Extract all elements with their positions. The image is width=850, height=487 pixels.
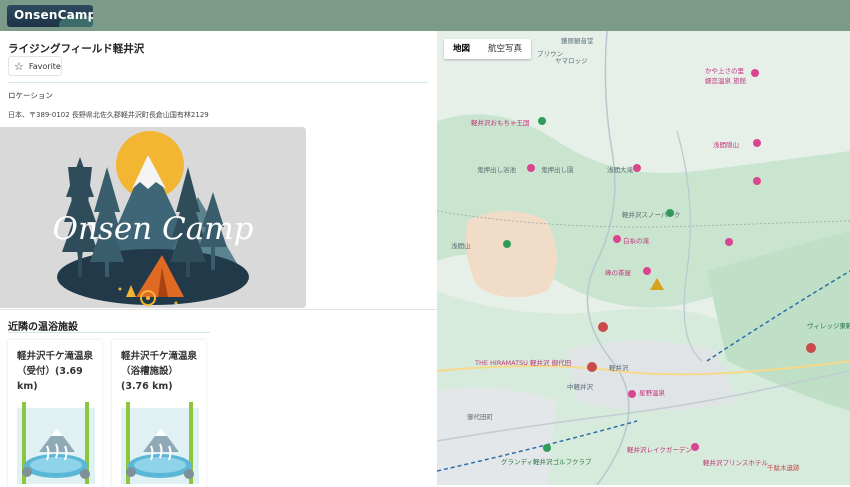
map-label: ヴィレッジ東軽井沢ゴルフクラブ	[807, 322, 850, 330]
map-label: 中軽井沢	[567, 383, 593, 391]
map-label: ブリウン	[537, 50, 563, 58]
favorite-label: Favorite	[28, 61, 61, 71]
map-view[interactable]: 地図 航空写真 ヤマロッジ 鎌原観音堂 ブリウン かや上さの里 嬬恋温泉 旅館 …	[437, 31, 850, 485]
map-label: 鬼押出し園	[541, 166, 574, 174]
map-label: グランディ軽井沢ゴルフクラブ	[501, 458, 592, 466]
map-canvas[interactable]	[437, 31, 850, 485]
map-label: 軽井沢プリンスホテル	[703, 459, 768, 467]
map-label: 浅間大滝	[607, 166, 633, 174]
place-detail-panel: ライジングフィールド軽井沢 ☆ Favorite ロケーション 日本、〒389-…	[0, 31, 437, 487]
favorite-button[interactable]: ☆ Favorite	[8, 56, 62, 76]
onsen-thumbnail	[121, 402, 199, 484]
divider	[0, 309, 437, 310]
map-label: 軽井沢	[609, 364, 629, 372]
star-icon: ☆	[14, 59, 24, 73]
map-label: 浅間隠山	[713, 141, 739, 149]
nearby-facility-card[interactable]: 軽井沢千ケ滝温泉（浴槽施設）(3.76 km)	[112, 340, 206, 487]
onsen-thumbnail	[17, 402, 95, 484]
map-label: THE HIRAMATSU 軽井沢 御代田	[475, 359, 572, 367]
map-label: かや上さの里	[705, 67, 744, 75]
map-label: 星野温泉	[639, 389, 665, 397]
tab-map[interactable]: 地図	[444, 39, 479, 59]
onsen-camp-illustration: Onsen Camp	[0, 127, 306, 308]
map-label: 軽井沢スノーパーク	[622, 211, 681, 219]
map-label: 鎌原観音堂	[561, 37, 594, 45]
onsen-illustration-icon	[121, 402, 199, 484]
map-label: 白糸の滝	[623, 237, 649, 245]
top-navbar: OnsenCamp	[0, 0, 850, 31]
logo-text: OnsenCamp	[14, 8, 93, 22]
hero-logo-text: Onsen Camp	[53, 211, 254, 247]
facility-name: 軽井沢千ケ滝温泉（受付）(3.69 km)	[17, 351, 94, 392]
map-label: 御代田町	[467, 413, 493, 421]
location-label: ロケーション	[8, 91, 53, 100]
tab-satellite[interactable]: 航空写真	[479, 39, 531, 59]
map-label: 千駄木遺跡	[767, 464, 800, 472]
map-label: 軽井沢レイクガーデン	[627, 446, 692, 454]
map-label: 浅間山	[451, 242, 471, 250]
place-title: ライジングフィールド軽井沢	[8, 43, 145, 55]
hero-image: Onsen Camp	[0, 127, 306, 308]
map-label: 峰の茶屋	[605, 269, 631, 277]
address-text: 日本、〒389-0102 長野県北佐久郡軽井沢町長倉山国有林2129	[8, 111, 209, 119]
map-label: 嬬恋温泉 旅館	[705, 77, 747, 85]
nearby-facility-card[interactable]: 軽井沢千ケ滝温泉（受付）(3.69 km)	[8, 340, 102, 487]
onsen-illustration-icon	[17, 402, 95, 484]
map-label: 鬼押出し浴池	[477, 166, 516, 174]
map-type-toggle: 地図 航空写真	[444, 39, 532, 59]
map-label: 軽井沢おもちゃ王国	[471, 119, 530, 127]
nearby-section-title: 近隣の温浴施設	[8, 322, 78, 333]
app-logo[interactable]: OnsenCamp	[7, 5, 93, 27]
divider	[8, 82, 428, 83]
section-underline	[8, 332, 210, 333]
facility-name: 軽井沢千ケ滝温泉（浴槽施設）(3.76 km)	[121, 351, 198, 392]
